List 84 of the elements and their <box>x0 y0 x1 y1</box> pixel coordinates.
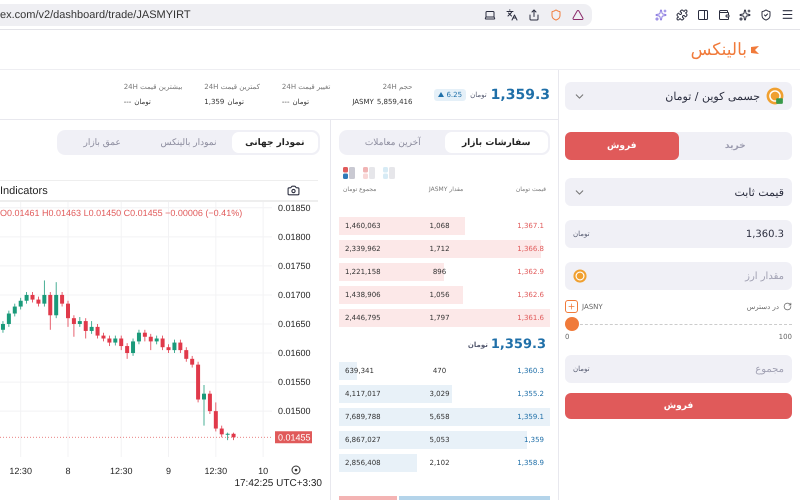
pair-select[interactable]: جسمی کوین / تومان <box>565 82 792 110</box>
order-book-tab[interactable]: سفارشات بازار <box>444 132 548 153</box>
candle <box>24 292 29 304</box>
wallet-icon[interactable] <box>718 8 730 20</box>
coin-icon <box>766 87 784 105</box>
amount-slider[interactable] <box>565 317 792 331</box>
sell-button[interactable]: فروش <box>565 393 792 419</box>
chart-tab[interactable]: نمودار جهانی <box>232 132 318 153</box>
puzzle-icon[interactable] <box>676 8 688 20</box>
candle <box>184 346 188 362</box>
y-tick-label: 0.01600 <box>278 348 311 358</box>
candle <box>232 432 236 441</box>
laptop-icon[interactable] <box>484 8 496 20</box>
y-tick-label: 0.01750 <box>278 260 311 271</box>
candle <box>119 335 124 351</box>
x-tick-label: 12:30 <box>204 466 228 476</box>
candle <box>160 335 165 351</box>
logo-text: بالینکس <box>690 40 747 60</box>
candle <box>148 333 153 351</box>
sell-bar <box>339 496 397 500</box>
settings-icon[interactable] <box>292 466 300 474</box>
ohlc-legend: O0.01461 H0.01463 L0.01450 C0.01455 −0.00006 (−0.41%) <box>0 208 242 218</box>
candle <box>142 329 147 342</box>
order-type-select[interactable]: قیمت ثابت <box>565 178 792 206</box>
menu-icon[interactable] <box>781 8 794 21</box>
candle <box>107 335 112 346</box>
time-text: 17:42:25 UTC+3:30 <box>234 478 322 489</box>
shield-icon[interactable] <box>760 8 772 20</box>
indicators-button[interactable]: Indicators <box>0 184 48 196</box>
x-tick-label: 12:30 <box>9 466 32 476</box>
candle <box>84 318 88 339</box>
y-tick-label: 0.01550 <box>278 377 311 388</box>
slider-thumb[interactable] <box>565 317 579 331</box>
share-icon[interactable] <box>528 8 540 20</box>
candle <box>42 280 46 307</box>
sparkle-icon[interactable] <box>739 8 751 20</box>
amount-field[interactable]: مقدار ارز <box>565 262 792 290</box>
candle <box>125 342 130 360</box>
address-bar[interactable]: ex.com/v2/dashboard/trade/JASMYIRT <box>0 4 592 26</box>
candle <box>12 303 17 317</box>
candle <box>18 297 23 310</box>
last-price-tag: 0.01455 <box>275 431 312 444</box>
candle <box>90 320 94 334</box>
coin-icon <box>573 269 587 283</box>
sidebar-icon[interactable] <box>697 8 709 20</box>
candle <box>78 316 82 328</box>
translate-icon[interactable] <box>506 8 518 20</box>
plus-icon[interactable] <box>565 300 578 313</box>
candle <box>208 390 212 414</box>
mid-price: 1,359.3 <box>490 337 546 352</box>
candle <box>113 335 118 346</box>
last-price: 1,359.3 <box>490 86 550 102</box>
candle <box>72 314 76 338</box>
triangle-icon[interactable] <box>572 8 584 20</box>
candle <box>48 292 52 330</box>
candle <box>0 320 5 334</box>
x-tick-label: 12:30 <box>110 466 132 476</box>
candle <box>220 425 224 438</box>
logo-icon <box>750 44 760 54</box>
candle <box>226 432 230 441</box>
candle <box>66 300 70 328</box>
candle <box>196 361 200 403</box>
candle <box>6 310 11 328</box>
candle <box>214 402 218 432</box>
candle <box>60 292 64 307</box>
y-tick-label: 0.01800 <box>278 232 311 242</box>
y-tick-label: 0.01500 <box>278 406 311 416</box>
camera-icon[interactable] <box>287 184 300 197</box>
y-tick-label: 0.01700 <box>278 290 311 300</box>
candle <box>190 356 194 368</box>
x-tick-label: 10 <box>258 466 268 476</box>
x-tick-label: 9 <box>166 466 172 476</box>
candle <box>154 335 159 345</box>
ref-line-label: 0.01455 <box>278 432 311 442</box>
url-text: ex.com/v2/dashboard/trade/JASMYIRT <box>0 8 192 20</box>
order-book-view-icon[interactable] <box>343 167 355 179</box>
side-tab[interactable]: فروش <box>565 132 678 160</box>
refresh-icon[interactable] <box>783 302 792 311</box>
y-tick-label: 0.01850 <box>278 202 311 213</box>
candle <box>54 282 58 319</box>
y-tick-label: 0.01650 <box>278 318 311 329</box>
x-tick-label: 8 <box>66 466 70 476</box>
candle <box>202 384 206 426</box>
candle <box>178 339 182 354</box>
